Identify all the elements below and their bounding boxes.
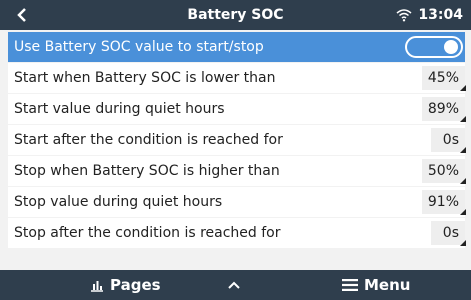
setting-row-start-quiet[interactable]: Start value during quiet hours 89% — [8, 94, 466, 124]
menu-button[interactable]: Menu — [342, 270, 410, 300]
setting-label: Start value during quiet hours — [14, 101, 225, 117]
toggle-switch[interactable] — [405, 36, 463, 58]
setting-label: Stop after the condition is reached for — [14, 225, 281, 241]
setting-row-start-soc[interactable]: Start when Battery SOC is lower than 45% — [8, 63, 466, 93]
chevron-left-icon — [17, 8, 26, 22]
setting-value-text: 91% — [427, 194, 459, 210]
wifi-icon — [396, 8, 412, 22]
footer-bar: Pages Menu — [0, 270, 471, 300]
settings-list: Use Battery SOC value to start/stop Star… — [0, 30, 471, 249]
clock: 13:04 — [418, 7, 463, 23]
setting-value-text: 50% — [427, 163, 459, 179]
status-area: 13:04 — [396, 0, 463, 30]
setting-value-text: 45% — [427, 70, 459, 86]
setting-value[interactable]: 50% — [421, 159, 466, 184]
pages-chart-icon — [91, 281, 103, 292]
pages-label: Pages — [110, 276, 161, 294]
setting-value-text: 0s — [442, 132, 459, 148]
setting-value[interactable]: 0s — [431, 128, 466, 153]
header-bar: Battery SOC 13:04 — [0, 0, 471, 30]
edit-corner-icon — [460, 116, 466, 122]
back-button[interactable] — [8, 0, 36, 30]
setting-label: Use Battery SOC value to start/stop — [14, 39, 264, 55]
screen: Battery SOC 13:04 Use Battery SOC value … — [0, 0, 471, 300]
menu-label: Menu — [364, 276, 411, 294]
setting-row-stop-soc[interactable]: Stop when Battery SOC is higher than 50% — [8, 156, 466, 186]
edit-corner-icon — [460, 240, 466, 246]
setting-row-use-soc[interactable]: Use Battery SOC value to start/stop — [8, 32, 465, 62]
toggle-knob — [444, 40, 458, 54]
setting-value-text: 89% — [427, 101, 459, 117]
setting-value[interactable]: 89% — [421, 97, 466, 122]
setting-label: Stop when Battery SOC is higher than — [14, 163, 280, 179]
hamburger-icon — [342, 279, 358, 291]
setting-value[interactable]: 45% — [421, 66, 466, 91]
setting-value[interactable]: 91% — [421, 190, 466, 215]
chevron-up-icon — [228, 281, 240, 289]
setting-row-start-delay[interactable]: Start after the condition is reached for… — [8, 125, 466, 155]
edit-corner-icon — [460, 85, 466, 91]
edit-corner-icon — [460, 147, 466, 153]
scroll-up-button[interactable] — [228, 270, 240, 300]
setting-row-stop-quiet[interactable]: Stop value during quiet hours 91% — [8, 187, 466, 217]
setting-label: Stop value during quiet hours — [14, 194, 223, 210]
pages-button[interactable]: Pages — [90, 270, 161, 300]
setting-label: Start when Battery SOC is lower than — [14, 70, 276, 86]
setting-value[interactable]: 0s — [431, 221, 466, 246]
setting-value-text: 0s — [442, 225, 459, 241]
edit-corner-icon — [460, 178, 466, 184]
setting-label: Start after the condition is reached for — [14, 132, 283, 148]
setting-row-stop-delay[interactable]: Stop after the condition is reached for … — [8, 218, 466, 248]
edit-corner-icon — [460, 209, 466, 215]
